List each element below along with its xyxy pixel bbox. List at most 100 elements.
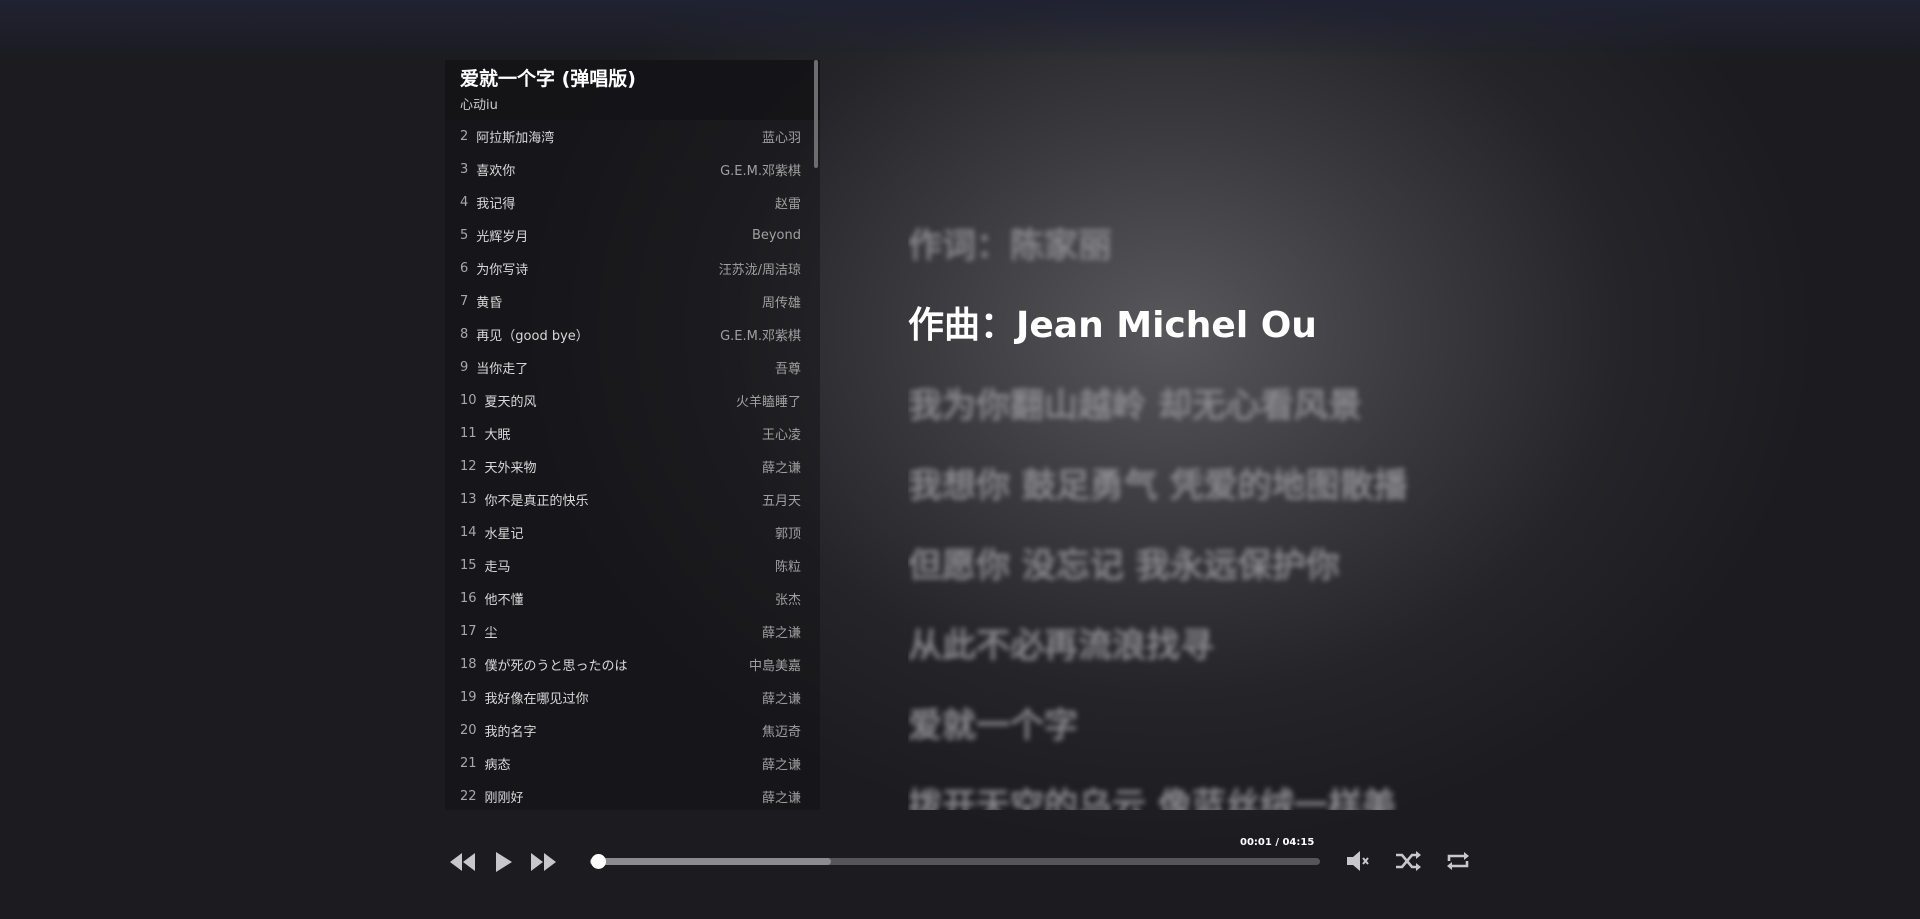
lyric-line-active: 作曲：Jean Michel Ou: [908, 305, 1317, 346]
fast-forward-button[interactable]: [530, 850, 558, 878]
track-artist: 汪苏泷/周洁琼: [718, 263, 801, 278]
track-artist: 张杰: [774, 593, 801, 608]
playlist-item[interactable]: 9 当你走了 吾尊: [445, 351, 820, 384]
repeat-icon: [1447, 852, 1469, 870]
track-number: 6: [460, 261, 469, 276]
track-number: 17: [460, 624, 477, 639]
track-number: 8: [460, 327, 469, 342]
track-number: 2: [460, 129, 469, 144]
track-title: 我记得: [476, 197, 516, 212]
track-title: 大眠: [484, 428, 511, 443]
track-artist: 薛之谦: [761, 692, 801, 707]
playlist-item[interactable]: 7 黄昏 周传雄: [445, 285, 820, 318]
track-title: 病态: [484, 758, 511, 773]
volume-button[interactable]: [1345, 849, 1371, 877]
lyric-line: 我想你 鼓足勇气 凭爱的地图散播: [908, 466, 1408, 506]
track-title: 黄昏: [476, 296, 503, 311]
track-title: 光辉岁月: [476, 230, 529, 245]
track-artist: Beyond: [751, 228, 801, 243]
volume-icon: [1347, 851, 1369, 871]
track-title: 你不是真正的快乐: [484, 494, 589, 509]
playlist-item[interactable]: 3 喜欢你 G.E.M.邓紫棋: [445, 153, 820, 186]
track-title: 尘: [484, 626, 498, 641]
now-playing-artist: 心动iu: [460, 98, 498, 113]
now-playing-title: 爱就一个字 (弹唱版): [460, 68, 636, 90]
track-title: 夏天的风: [484, 395, 537, 410]
playlist-list: 2 阿拉斯加海湾 蓝心羽 3 喜欢你 G.E.M.邓紫棋 4 我记得 赵雷 5 光辉岁月 Beyond…: [445, 120, 820, 810]
playlist-item[interactable]: 12 天外来物 薛之谦: [445, 450, 820, 483]
track-number: 5: [460, 228, 469, 243]
track-number: 18: [460, 657, 477, 672]
lyric-line: 从此不必再流浪找寻: [908, 626, 1214, 666]
lyric-line: 但愿你 没忘记 我永远保护你: [908, 546, 1340, 586]
playlist-item[interactable]: 20 我的名字 焦迈奇: [445, 714, 820, 747]
play-button[interactable]: [494, 850, 514, 878]
track-artist: 周传雄: [761, 296, 801, 311]
lyric-line: 拨开天空的乌云 像蓝丝绒一样美: [908, 786, 1396, 810]
rewind-icon: [450, 853, 475, 871]
now-playing-header[interactable]: 爱就一个字 (弹唱版) 心动iu: [445, 60, 820, 120]
track-artist: 郭顶: [774, 527, 801, 542]
playlist-item[interactable]: 13 你不是真正的快乐 五月天: [445, 483, 820, 516]
track-title: 他不懂: [484, 593, 524, 608]
track-title: 阿拉斯加海湾: [476, 131, 555, 146]
track-title: 当你走了: [476, 362, 529, 377]
track-artist: 焦迈奇: [761, 725, 801, 740]
playlist-item[interactable]: 8 再见（good bye） G.E.M.邓紫棋: [445, 318, 820, 351]
track-artist: G.E.M.邓紫棋: [720, 329, 801, 344]
playlist-item[interactable]: 4 我记得 赵雷: [445, 186, 820, 219]
track-number: 10: [460, 393, 477, 408]
track-title: 我的名字: [484, 725, 537, 740]
track-number: 22: [460, 789, 477, 804]
track-title: 喜欢你: [476, 164, 516, 179]
lyric-line: 爱就一个字: [908, 706, 1078, 746]
rewind-button[interactable]: [449, 850, 477, 878]
track-title: 再见（good bye）: [476, 329, 589, 344]
playlist-item[interactable]: 18 僕が死のうと思ったのは 中島美嘉: [445, 648, 820, 681]
playlist-item[interactable]: 10 夏天的风 火羊瞌睡了: [445, 384, 820, 417]
track-title: 为你写诗: [476, 263, 529, 278]
shuffle-button[interactable]: [1394, 849, 1422, 877]
playlist-scrollbar[interactable]: [814, 60, 818, 168]
playlist-item[interactable]: 21 病态 薛之谦: [445, 747, 820, 780]
track-artist: 中島美嘉: [748, 659, 801, 674]
track-artist: 蓝心羽: [761, 131, 801, 146]
track-number: 21: [460, 756, 477, 771]
track-artist: 吾尊: [774, 362, 801, 377]
progress-thumb[interactable]: [590, 854, 606, 869]
playlist-item[interactable]: 19 我好像在哪见过你 薛之谦: [445, 681, 820, 714]
top-shade: [0, 0, 1920, 60]
track-number: 4: [460, 195, 469, 210]
track-artist: 薛之谦: [761, 758, 801, 773]
track-number: 12: [460, 459, 477, 474]
playlist-item[interactable]: 5 光辉岁月 Beyond: [445, 219, 820, 252]
playlist-item[interactable]: 17 尘 薛之谦: [445, 615, 820, 648]
track-title: 我好像在哪见过你: [484, 692, 589, 707]
track-number: 15: [460, 558, 477, 573]
progress-bar[interactable]: [590, 854, 1320, 869]
track-title: 走马: [484, 560, 511, 575]
playlist-item[interactable]: 22 刚刚好 薛之谦: [445, 780, 820, 810]
track-title: 天外来物: [484, 461, 537, 476]
track-number: 13: [460, 492, 477, 507]
repeat-button[interactable]: [1444, 849, 1472, 877]
playlist-item[interactable]: 16 他不懂 张杰: [445, 582, 820, 615]
track-number: 16: [460, 591, 477, 606]
lyric-line: 我为你翻山越岭 却无心看风景: [908, 386, 1362, 426]
track-number: 7: [460, 294, 469, 309]
track-number: 9: [460, 360, 469, 375]
playlist-item[interactable]: 2 阿拉斯加海湾 蓝心羽: [445, 120, 820, 153]
track-artist: 五月天: [761, 494, 801, 509]
time-display: 00:01 / 04:15: [1240, 837, 1315, 848]
track-artist: 陈粒: [774, 560, 801, 575]
play-icon: [496, 852, 512, 872]
playlist-item[interactable]: 11 大眠 王心凌: [445, 417, 820, 450]
track-artist: 火羊瞌睡了: [735, 395, 801, 410]
track-number: 20: [460, 723, 477, 738]
track-title: 水星记: [484, 527, 524, 542]
playlist-item[interactable]: 6 为你写诗 汪苏泷/周洁琼: [445, 252, 820, 285]
playlist-item[interactable]: 15 走马 陈粒: [445, 549, 820, 582]
playlist-item[interactable]: 14 水星记 郭顶: [445, 516, 820, 549]
track-artist: 薛之谦: [761, 626, 801, 641]
lyric-line: 作词：陈家丽: [908, 226, 1112, 266]
